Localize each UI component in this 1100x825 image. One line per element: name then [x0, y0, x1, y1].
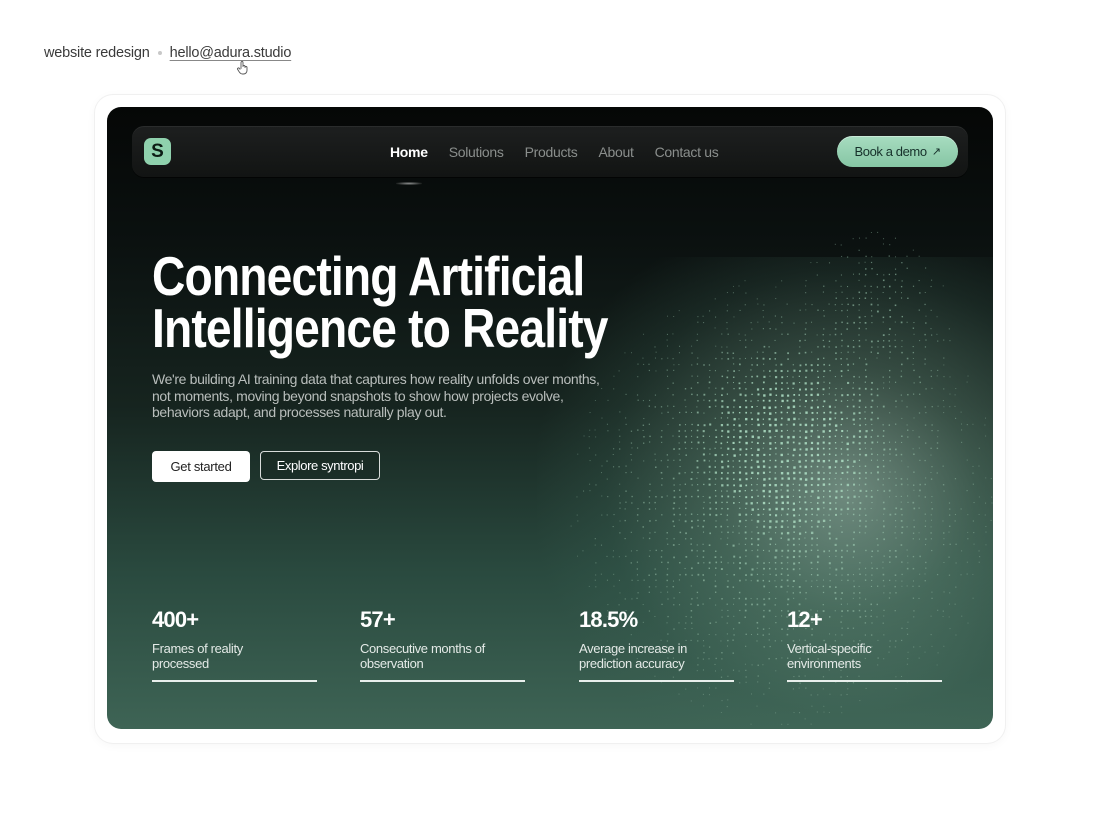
navbar: S Home Solutions Products About Contact … [132, 126, 968, 185]
stats-row: 400+ Frames of reality processed 57+ Con… [152, 607, 952, 687]
get-started-button[interactable]: Get started [152, 451, 250, 482]
nav-link-solutions[interactable]: Solutions [449, 144, 504, 160]
nav-link-products[interactable]: Products [525, 144, 578, 160]
project-label: website redesign [44, 45, 150, 61]
book-demo-label: Book a demo [854, 144, 927, 159]
email-link[interactable]: hello@adura.studio [170, 45, 292, 61]
book-demo-button[interactable]: Book a demo ↗ [837, 136, 958, 167]
hand-cursor-icon [237, 61, 248, 75]
stat-underline [787, 680, 942, 682]
stat-underline [152, 680, 317, 682]
hero-section: S Home Solutions Products About Contact … [107, 107, 993, 729]
nav-link-home[interactable]: Home [390, 144, 428, 185]
top-meta: website redesign hello@adura.studio [44, 45, 291, 61]
arrow-up-right-icon: ↗ [931, 146, 941, 158]
logo[interactable]: S [144, 138, 171, 165]
separator-dot [157, 51, 162, 55]
stat-underline [579, 680, 734, 682]
stat-underline [360, 680, 525, 682]
stat-item: 400+ Frames of reality processed [152, 607, 317, 682]
stat-value: 18.5% [579, 607, 638, 632]
stat-value: 12+ [787, 607, 823, 632]
stat-item: 18.5% Average increase in prediction acc… [579, 607, 734, 682]
hero-headline: Connecting Artificial Intelligence to Re… [152, 249, 608, 356]
stat-label: Consecutive months of observation [360, 641, 485, 671]
stat-value: 400+ [152, 607, 199, 632]
stat-label: Average increase in prediction accuracy [579, 641, 688, 671]
stat-value: 57+ [360, 607, 396, 632]
stat-label: Frames of reality processed [152, 641, 243, 671]
nav-links: Home Solutions Products About Contact us [390, 126, 719, 185]
stat-item: 57+ Consecutive months of observation [360, 607, 525, 682]
nav-link-contact[interactable]: Contact us [655, 144, 719, 160]
hero-subtext: We're building AI training data that cap… [152, 371, 600, 420]
explore-syntropi-button[interactable]: Explore syntropi [260, 451, 380, 480]
stat-label: Vertical-specific environments [787, 641, 872, 671]
nav-link-about[interactable]: About [598, 144, 633, 160]
headline-line-2: Intelligence to Reality [152, 297, 608, 359]
stat-item: 12+ Vertical-specific environments [787, 607, 942, 682]
